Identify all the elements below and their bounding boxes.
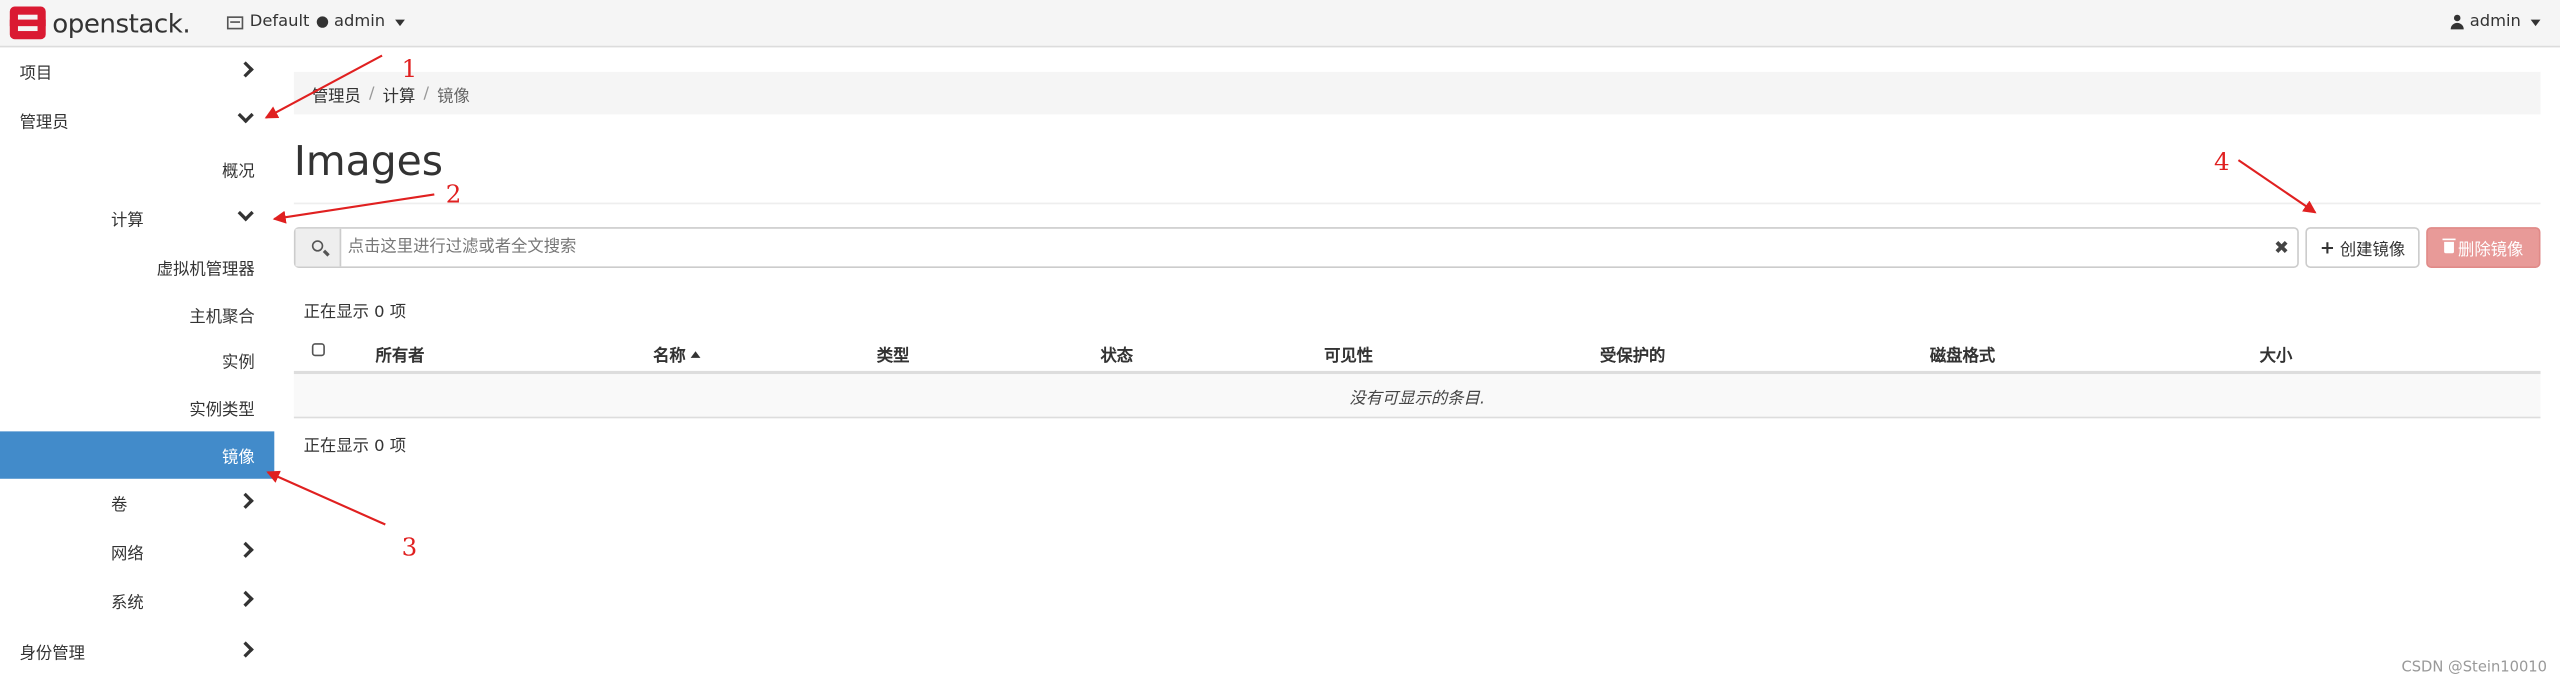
caret-down-icon xyxy=(2530,18,2541,26)
chevron-right-icon xyxy=(237,541,254,558)
filter-box: ✖ xyxy=(293,227,2299,268)
title-divider xyxy=(293,202,2541,205)
sort-ascending-icon xyxy=(690,351,701,358)
close-icon[interactable]: ✖ xyxy=(2274,237,2289,258)
sidebar-item-label: 项目 xyxy=(19,65,53,84)
page-title: Images xyxy=(293,137,443,185)
column-header-visibility[interactable]: 可见性 xyxy=(1324,342,1373,366)
search-addon xyxy=(295,228,342,267)
breadcrumb-separator: / xyxy=(368,84,375,103)
column-header-owner[interactable]: 所有者 xyxy=(376,342,425,366)
plus-icon: + xyxy=(2319,236,2335,259)
sidebar-item-label: 实例 xyxy=(222,354,255,373)
project-selector[interactable]: Default admin xyxy=(226,13,405,32)
chevron-down-icon xyxy=(237,205,254,222)
search-input[interactable] xyxy=(347,233,2259,262)
sidebar-item-admin[interactable]: 管理员 xyxy=(0,96,274,143)
annotation-arrow-3 xyxy=(266,470,386,526)
project-name: admin xyxy=(333,13,386,32)
item-count-bottom: 正在显示 0 项 xyxy=(303,437,407,456)
sidebar-item-label: 系统 xyxy=(111,594,144,613)
annotation-arrow-4 xyxy=(2237,159,2317,214)
column-header-protected[interactable]: 受保护的 xyxy=(1600,342,1665,366)
column-header-name[interactable]: 名称 xyxy=(653,342,701,367)
annotation-label-2: 2 xyxy=(445,179,462,210)
search-icon xyxy=(311,240,324,252)
sidebar-item-label: 概况 xyxy=(222,163,255,182)
table-header-row: 所有者 名称 类型 状态 可见性 受保护的 磁盘格式 大小 xyxy=(293,330,2541,375)
create-image-label: 创建镜像 xyxy=(2339,241,2406,260)
column-header-type[interactable]: 类型 xyxy=(877,342,910,366)
caret-down-icon xyxy=(394,18,405,26)
openstack-logo-icon xyxy=(9,6,46,40)
breadcrumb-compute[interactable]: 计算 xyxy=(383,81,416,105)
top-navbar: openstack. Default admin admin xyxy=(0,0,2560,48)
openstack-logo[interactable]: openstack. xyxy=(9,5,191,41)
chevron-right-icon xyxy=(237,590,254,607)
delete-images-button[interactable]: 删除镜像 xyxy=(2426,227,2541,268)
user-icon xyxy=(2450,14,2464,30)
user-name: admin xyxy=(2469,13,2521,32)
chevron-right-icon xyxy=(237,61,254,78)
column-header-size[interactable]: 大小 xyxy=(2260,342,2293,366)
sidebar-item-instances[interactable]: 实例 xyxy=(0,337,274,384)
project-icon xyxy=(226,15,244,29)
sidebar-item-flavors[interactable]: 实例类型 xyxy=(0,384,274,431)
sidebar-item-label: 镜像 xyxy=(222,449,255,468)
watermark: CSDN @Stein10010 xyxy=(2401,660,2548,677)
chevron-right-icon xyxy=(237,641,254,658)
sidebar-item-label: 身份管理 xyxy=(19,645,85,664)
sidebar: 项目 管理员 概况 计算 虚拟机管理器 主机聚合 实例 实例类型 镜像 卷 网络… xyxy=(0,47,275,683)
item-count-top: 正在显示 0 项 xyxy=(303,303,407,322)
project-domain: Default xyxy=(249,13,310,32)
column-header-name-label: 名称 xyxy=(653,348,686,367)
create-image-button[interactable]: + 创建镜像 xyxy=(2305,227,2420,268)
annotation-label-3: 3 xyxy=(401,532,418,563)
trash-icon xyxy=(2441,238,2455,254)
annotation-label-4: 4 xyxy=(2213,147,2230,177)
sidebar-item-label: 主机聚合 xyxy=(189,308,255,327)
sidebar-item-label: 虚拟机管理器 xyxy=(156,261,255,280)
sidebar-item-label: 网络 xyxy=(111,545,144,564)
select-all-checkbox[interactable] xyxy=(311,343,325,357)
sidebar-item-volumes[interactable]: 卷 xyxy=(0,479,274,526)
annotation-label-1: 1 xyxy=(401,53,418,84)
empty-table-row: 没有可显示的条目. xyxy=(293,374,2541,419)
project-dot-icon xyxy=(316,16,328,28)
sidebar-item-host-aggregates[interactable]: 主机聚合 xyxy=(0,291,274,338)
sidebar-item-system[interactable]: 系统 xyxy=(0,577,274,624)
annotation-arrow-2 xyxy=(272,193,435,224)
brand-name: openstack xyxy=(52,7,183,39)
column-header-disk-format[interactable]: 磁盘格式 xyxy=(1930,342,1995,366)
user-menu[interactable]: admin xyxy=(2450,13,2541,32)
breadcrumb-images: 镜像 xyxy=(437,87,470,106)
sidebar-item-label: 管理员 xyxy=(19,114,69,133)
sidebar-item-project[interactable]: 项目 xyxy=(0,47,274,94)
breadcrumb-admin[interactable]: 管理员 xyxy=(312,81,361,105)
sidebar-item-label: 卷 xyxy=(111,496,128,515)
sidebar-item-identity[interactable]: 身份管理 xyxy=(0,627,274,674)
chevron-down-icon xyxy=(237,107,254,124)
chevron-right-icon xyxy=(237,492,254,509)
delete-images-label: 删除镜像 xyxy=(2458,241,2524,260)
sidebar-item-compute[interactable]: 计算 xyxy=(0,194,274,241)
sidebar-item-label: 实例类型 xyxy=(189,401,255,420)
sidebar-item-hypervisors[interactable]: 虚拟机管理器 xyxy=(0,243,274,290)
sidebar-item-images[interactable]: 镜像 xyxy=(0,431,275,479)
sidebar-item-label: 计算 xyxy=(111,212,144,231)
column-header-status[interactable]: 状态 xyxy=(1100,342,1133,366)
sidebar-item-overview[interactable]: 概况 xyxy=(0,145,274,192)
brand-dot: . xyxy=(182,7,191,39)
breadcrumb-separator: / xyxy=(423,84,429,103)
breadcrumb: 管理员 / 计算 / 镜像 xyxy=(293,71,2541,115)
sidebar-item-network[interactable]: 网络 xyxy=(0,528,274,575)
